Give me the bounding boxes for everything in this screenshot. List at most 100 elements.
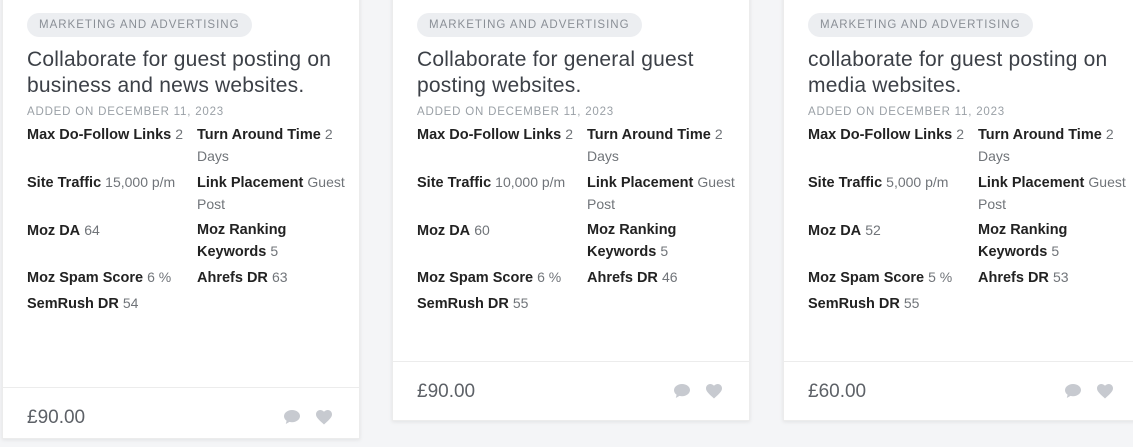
stat-label: Site Traffic (27, 175, 102, 191)
stat-item: Moz DA 60 (417, 220, 587, 263)
comment-icon[interactable] (283, 409, 303, 427)
card-title[interactable]: Collaborate for guest posting on busines… (27, 47, 335, 99)
stat-label: SemRush DR (808, 296, 900, 312)
stat-label: SemRush DR (27, 296, 119, 312)
category-badge[interactable]: MARKETING AND ADVERTISING (808, 13, 1033, 37)
card-actions (673, 383, 725, 401)
stat-label: Max Do-Follow Links (808, 127, 953, 143)
card-footer: £90.00 (393, 361, 749, 421)
stat-item: Max Do-Follow Links 2 (27, 124, 197, 168)
stat-label: Moz DA (27, 223, 81, 239)
card-footer: £60.00 (784, 361, 1133, 421)
stat-value: 2 (175, 126, 184, 142)
stat-item: Ahrefs DR 53 (978, 267, 1128, 289)
service-card[interactable]: MARKETING AND ADVERTISING Collaborate for… (392, 0, 750, 421)
stat-item: Moz Spam Score 5 % (808, 267, 978, 289)
card-footer: £90.00 (3, 387, 359, 447)
stat-item: Ahrefs DR 63 (197, 267, 347, 289)
stat-label: Turn Around Time (197, 127, 321, 143)
stat-label: Link Placement (978, 175, 1085, 191)
stat-item: Moz Ranking Keywords 5 (587, 220, 737, 263)
stat-value: 10,000 p/m (495, 174, 566, 190)
stat-item: Link Placement Guest Post (197, 172, 347, 216)
stat-label: Site Traffic (808, 175, 883, 191)
stat-item: Moz Spam Score 6 % (27, 267, 197, 289)
stat-label: Ahrefs DR (197, 270, 268, 286)
stat-value: 5,000 p/m (886, 174, 949, 190)
stat-item: SemRush DR 55 (808, 293, 978, 315)
stat-label: Moz Spam Score (417, 270, 534, 286)
added-date: ADDED ON DECEMBER 11, 2023 (27, 106, 224, 118)
stat-value: 5 (1051, 243, 1060, 259)
stat-value: 2 (565, 126, 574, 142)
stat-value: 60 (474, 222, 490, 238)
category-badge[interactable]: MARKETING AND ADVERTISING (417, 13, 642, 37)
price: £90.00 (27, 406, 86, 428)
stat-item: Moz Spam Score 6 % (417, 267, 587, 289)
stat-value: 55 (903, 295, 920, 311)
stat-value: 64 (84, 222, 100, 238)
stat-item: Turn Around Time 2 Days (587, 124, 737, 168)
stat-item: Link Placement Guest Post (587, 172, 737, 216)
stat-value: 52 (865, 222, 881, 238)
stat-label: Ahrefs DR (978, 270, 1049, 286)
stat-item: Max Do-Follow Links 2 (417, 124, 587, 168)
stat-value: 5 (660, 243, 669, 259)
stat-item: SemRush DR 54 (27, 293, 197, 315)
stat-item: Moz Ranking Keywords 5 (197, 220, 347, 263)
stat-value: 5 (270, 243, 279, 259)
comment-icon[interactable] (1064, 383, 1084, 401)
card-actions (283, 409, 335, 427)
stat-label: Moz DA (808, 223, 862, 239)
stat-item: Moz DA 64 (27, 220, 197, 263)
heart-icon[interactable] (1096, 383, 1116, 401)
heart-icon[interactable] (315, 409, 335, 427)
stat-item: Link Placement Guest Post (978, 172, 1128, 216)
stat-item: SemRush DR 55 (417, 293, 587, 315)
stat-value: 2 (956, 126, 965, 142)
stat-value: 55 (512, 295, 529, 311)
card-actions (1064, 383, 1116, 401)
added-date: ADDED ON DECEMBER 11, 2023 (417, 106, 614, 118)
stat-item: Max Do-Follow Links 2 (808, 124, 978, 168)
stat-label: Moz Spam Score (808, 270, 925, 286)
stat-value: 6 % (537, 269, 562, 285)
stat-label: Max Do-Follow Links (27, 127, 172, 143)
stat-item: Turn Around Time 2 Days (197, 124, 347, 168)
category-badge[interactable]: MARKETING AND ADVERTISING (27, 13, 252, 37)
stat-value: 15,000 p/m (105, 174, 176, 190)
card-title[interactable]: collaborate for guest posting on media w… (808, 47, 1116, 99)
service-card[interactable]: MARKETING AND ADVERTISING collaborate for… (783, 0, 1133, 421)
price: £90.00 (417, 380, 476, 402)
stat-label: Turn Around Time (587, 127, 711, 143)
stat-label: Site Traffic (417, 175, 492, 191)
stat-value: 54 (122, 295, 139, 311)
stat-value: 5 % (928, 269, 953, 285)
stat-item: Site Traffic 15,000 p/m (27, 172, 197, 216)
stat-label: Ahrefs DR (587, 270, 658, 286)
stat-label: Turn Around Time (978, 127, 1102, 143)
stat-item: Moz Ranking Keywords 5 (978, 220, 1128, 263)
stat-label: Max Do-Follow Links (417, 127, 562, 143)
stat-label: Link Placement (197, 175, 304, 191)
stat-label: Moz Spam Score (27, 270, 144, 286)
stat-label: SemRush DR (417, 296, 509, 312)
stat-label: Link Placement (587, 175, 694, 191)
stats-grid: Max Do-Follow Links 2 Turn Around Time 2 … (808, 124, 1126, 315)
heart-icon[interactable] (705, 383, 725, 401)
service-card[interactable]: MARKETING AND ADVERTISING Collaborate for… (2, 0, 360, 439)
stat-value: 6 % (147, 269, 172, 285)
stat-value: 53 (1052, 269, 1069, 285)
stat-label: Moz DA (417, 223, 471, 239)
stat-item: Turn Around Time 2 Days (978, 124, 1128, 168)
stat-item: Site Traffic 5,000 p/m (808, 172, 978, 216)
comment-icon[interactable] (673, 383, 693, 401)
stats-grid: Max Do-Follow Links 2 Turn Around Time 2 … (417, 124, 735, 315)
price: £60.00 (808, 380, 867, 402)
stat-value: 63 (271, 269, 288, 285)
stat-value: 46 (661, 269, 678, 285)
stat-item: Site Traffic 10,000 p/m (417, 172, 587, 216)
card-title[interactable]: Collaborate for general guest posting we… (417, 47, 725, 99)
added-date: ADDED ON DECEMBER 11, 2023 (808, 106, 1005, 118)
stats-grid: Max Do-Follow Links 2 Turn Around Time 2 … (27, 124, 345, 315)
